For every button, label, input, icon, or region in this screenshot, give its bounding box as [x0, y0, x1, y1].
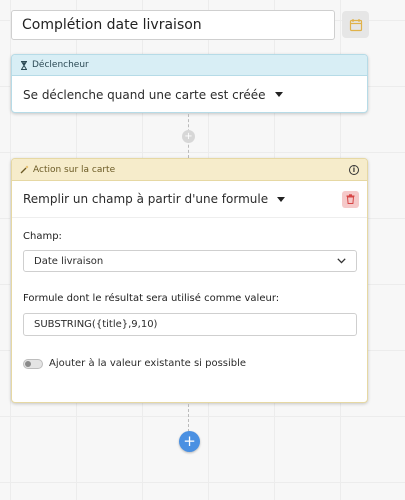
append-toggle-row: Ajouter à la valeur existante si possibl… — [23, 358, 246, 369]
connector-line — [188, 404, 189, 432]
calendar-icon — [349, 18, 362, 31]
formula-label: Formule dont le résultat sera utilisé co… — [23, 293, 280, 304]
calendar-button[interactable] — [342, 11, 369, 38]
delete-action-button[interactable] — [342, 190, 359, 208]
action-header-label: Action sur la carte — [33, 164, 116, 175]
trigger-header-label: Déclencheur — [32, 60, 89, 70]
action-type-select[interactable]: Remplir un champ à partir d'une formule — [12, 181, 367, 218]
formula-input[interactable]: SUBSTRING({title},9,10) — [23, 313, 357, 336]
trigger-select-label: Se déclenche quand une carte est créée — [23, 87, 266, 102]
append-toggle-label: Ajouter à la valeur existante si possibl… — [49, 358, 247, 369]
action-card: Action sur la carte i Remplir un champ à… — [11, 158, 368, 403]
insert-step-button[interactable]: + — [182, 130, 195, 143]
add-step-button[interactable]: + — [179, 431, 200, 452]
action-header: Action sur la carte i — [12, 159, 367, 181]
caret-down-icon — [274, 92, 283, 97]
hourglass-icon — [21, 60, 27, 70]
field-select-value: Date livraison — [34, 255, 104, 267]
caret-down-icon — [277, 196, 286, 202]
trash-icon — [346, 194, 355, 204]
field-select[interactable]: Date livraison — [23, 250, 357, 272]
workflow-title-input[interactable]: Complétion date livraison — [11, 10, 335, 40]
trigger-select[interactable]: Se déclenche quand une carte est créée — [12, 76, 367, 113]
field-label: Champ: — [23, 231, 62, 242]
trigger-header: Déclencheur — [12, 55, 367, 76]
info-icon[interactable]: i — [349, 164, 359, 175]
trigger-card: Déclencheur Se déclenche quand une carte… — [11, 54, 368, 113]
wand-icon — [20, 165, 29, 174]
append-toggle[interactable] — [23, 358, 43, 369]
action-type-label: Remplir un champ à partir d'une formule — [23, 192, 269, 206]
chevron-down-icon — [337, 258, 346, 264]
